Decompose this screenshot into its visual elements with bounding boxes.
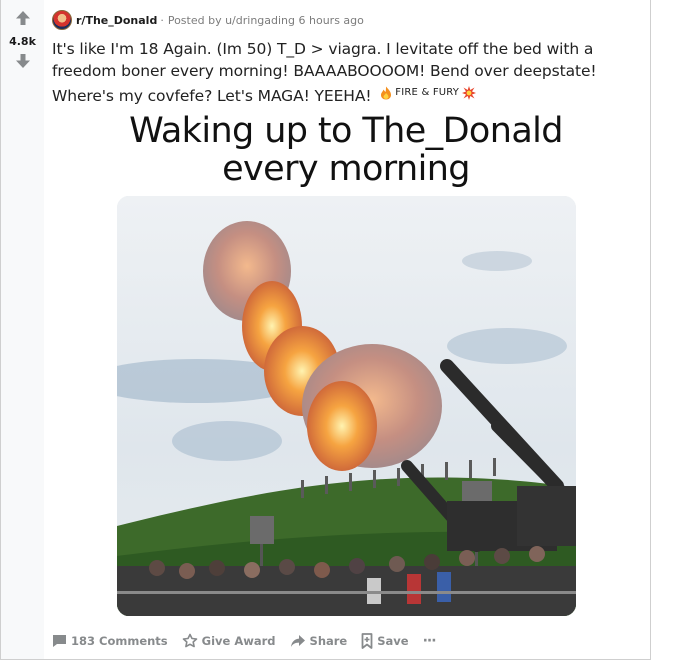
award-icon (182, 633, 197, 648)
upvote-arrow-icon[interactable] (15, 10, 31, 26)
save-icon (361, 633, 373, 649)
post-card[interactable]: 4.8k r/The_Donald · Posted by u/dringadi… (0, 0, 651, 660)
post-media[interactable]: Waking up to The_Donald every morning (116, 112, 576, 619)
subreddit-avatar[interactable] (52, 10, 72, 30)
subreddit-link[interactable]: r/The_Donald (76, 14, 157, 27)
post-image[interactable] (117, 196, 576, 616)
image-caption: Waking up to The_Donald every morning (116, 112, 576, 188)
meta-separator: · (160, 13, 164, 27)
comments-label: 183 Comments (71, 634, 168, 648)
post-title[interactable]: It's like I'm 18 Again. (Im 50) T_D > vi… (52, 39, 642, 107)
fire-icon (381, 86, 392, 100)
share-icon (290, 635, 305, 647)
save-button[interactable]: Save (361, 633, 409, 649)
more-options-icon: ··· (422, 633, 437, 649)
post-title-text[interactable]: It's like I'm 18 Again. (Im 50) T_D > vi… (52, 40, 597, 105)
save-label: Save (377, 634, 409, 648)
explosion-icon (462, 85, 477, 100)
give-award-button[interactable]: Give Award (182, 633, 276, 649)
share-label: Share (309, 634, 348, 648)
downvote-arrow-icon[interactable] (15, 53, 31, 69)
cannon-explosion-image (117, 196, 576, 616)
image-caption-line1: Waking up to The_Donald (129, 111, 563, 151)
posted-by-text[interactable]: Posted by u/dringading 6 hours ago (168, 14, 364, 27)
post-meta: r/The_Donald · Posted by u/dringading 6 … (52, 10, 364, 30)
share-button[interactable]: Share (290, 634, 348, 648)
post-actions: 183 Comments Give Award Share Save ··· (52, 630, 450, 652)
post-flair[interactable]: FIRE & FURY (380, 82, 477, 104)
give-award-label: Give Award (201, 634, 276, 648)
vote-bar: 4.8k (1, 0, 44, 659)
comment-icon (53, 635, 66, 647)
more-options-button[interactable]: ··· (422, 633, 437, 649)
comments-button[interactable]: 183 Comments (52, 634, 168, 648)
flair-label: FIRE & FURY (395, 87, 460, 98)
image-caption-line2: every morning (222, 149, 470, 189)
vote-score: 4.8k (9, 35, 36, 48)
